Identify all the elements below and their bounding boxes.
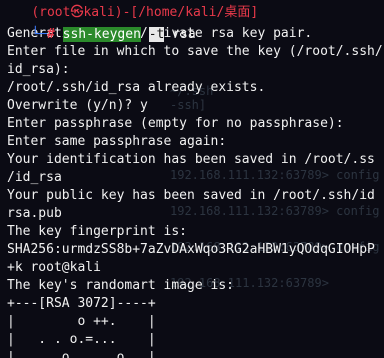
output-line: The key fingerprint is: — [7, 224, 188, 239]
output-line: Your public key has been saved in /root/… — [7, 188, 375, 203]
output-line: Overwrite (y/n)? y — [7, 98, 148, 113]
terminal-output: Generating public/private rsa key pair. … — [7, 25, 384, 358]
output-line: Enter same passphrase again: — [7, 134, 227, 149]
output-line: SHA256:urmdzSS8b+7aZvDAxWqo3RG2aHBW1yQOd… — [7, 242, 375, 257]
output-line: Enter file in which to save the key (/ro… — [7, 44, 383, 59]
randomart-line: | o ++. | — [7, 314, 156, 329]
randomart-line: | o o | — [7, 350, 156, 358]
output-line: +k root@kali — [7, 260, 101, 275]
output-line: id_rsa): — [7, 62, 70, 77]
output-line: rsa.pub — [7, 206, 62, 221]
command-line[interactable]: └─# ssh-keygen -t rsa — [0, 8, 196, 42]
randomart-line: +---[RSA 3072]----+ — [7, 296, 156, 311]
prompt-corner: └─ — [31, 27, 47, 42]
randomart-line: | . . o.=... | — [7, 332, 156, 347]
prompt-header: (root㉿kali)-[/home/kali/桌面] — [0, 0, 258, 20]
command-argument: rsa — [172, 27, 196, 42]
terminal-window[interactable]: ~/.ssh -ssh] 192.168.111.132:63789> conf… — [0, 0, 384, 358]
output-line: The key's randomart image is: — [7, 278, 234, 293]
output-line: Your identification has been saved in /r… — [7, 152, 375, 167]
prompt-hash: # — [46, 27, 55, 42]
output-line: Enter passphrase (empty for no passphras… — [7, 116, 344, 131]
output-line: /id_rsa — [7, 170, 62, 185]
output-line: /root/.ssh/id_rsa already exists. — [7, 80, 266, 95]
command-flag: -t — [148, 27, 165, 42]
command-name: ssh-keygen — [62, 27, 141, 42]
